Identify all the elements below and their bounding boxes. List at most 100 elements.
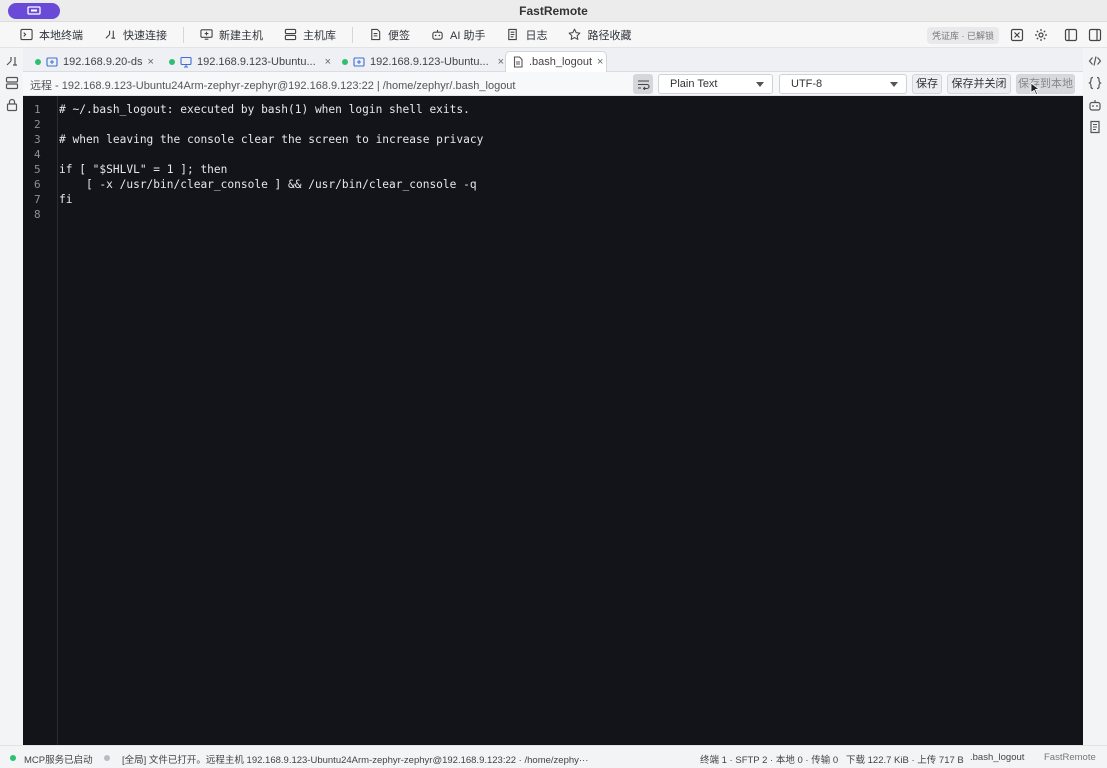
vault-status-badge[interactable]: 凭证库 · 已解锁 bbox=[927, 26, 999, 44]
save-button[interactable]: 保存 bbox=[912, 74, 942, 94]
line-number: 5 bbox=[34, 163, 41, 176]
code-icon[interactable] bbox=[1088, 54, 1102, 68]
quick-connect-icon bbox=[105, 30, 116, 39]
settings-button[interactable] bbox=[1033, 27, 1049, 43]
tab-close-button[interactable]: × bbox=[148, 56, 154, 68]
host-library-button[interactable]: 主机库 bbox=[282, 25, 338, 45]
tab-session-1[interactable]: 192.168.9.20-ds × bbox=[29, 51, 154, 72]
notes-button[interactable]: 便签 bbox=[367, 25, 412, 45]
star-icon bbox=[569, 28, 581, 40]
toggle-left-panel-button[interactable] bbox=[1063, 27, 1079, 43]
tab-close-button[interactable]: × bbox=[597, 56, 603, 68]
close-box-icon bbox=[1010, 28, 1024, 42]
line-number-gutter: 1 2 3 4 5 6 7 8 bbox=[23, 96, 58, 745]
log-icon bbox=[508, 28, 518, 41]
title-bar: FastRemote bbox=[0, 0, 1107, 22]
encoding-select[interactable]: UTF-8 bbox=[779, 74, 907, 94]
tab-close-button[interactable]: × bbox=[325, 56, 331, 68]
quick-connect-icon[interactable] bbox=[5, 54, 19, 68]
message-status-dot bbox=[104, 755, 110, 761]
ai-robot-icon bbox=[432, 29, 443, 40]
editor-path-bar: 远程 - 192.168.9.123-Ubuntu24Arm-zephyr-ze… bbox=[23, 72, 1083, 96]
note-icon bbox=[371, 28, 381, 41]
toolbar-divider bbox=[183, 26, 184, 43]
chevron-down-icon bbox=[756, 82, 764, 87]
tab-session-3[interactable]: 192.168.9.123-Ubuntu... × bbox=[336, 51, 504, 72]
notes-label: 便签 bbox=[388, 29, 410, 42]
session-counts: 终端 1 · SFTP 2 · 本地 0 · 传输 0 bbox=[700, 755, 839, 766]
connected-status-dot bbox=[342, 58, 348, 65]
main-toolbar: 本地终端 快速连接 新建主机 主机库 便签 AI 助手 日志 路径收藏 凭证库 … bbox=[0, 22, 1107, 48]
code-line[interactable]: if [ "$SHLVL" = 1 ]; then bbox=[59, 163, 227, 176]
local-terminal-button[interactable]: 本地终端 bbox=[18, 25, 85, 45]
line-number: 3 bbox=[34, 133, 41, 146]
chevron-down-icon bbox=[890, 82, 898, 87]
path-favorites-button[interactable]: 路径收藏 bbox=[566, 25, 633, 45]
toolbar-right-group: 凭证库 · 已解锁 bbox=[927, 22, 1107, 48]
right-rail bbox=[1083, 48, 1107, 745]
braces-icon[interactable] bbox=[1088, 76, 1102, 90]
line-number: 6 bbox=[34, 178, 41, 191]
sftp-folder-icon bbox=[46, 56, 58, 67]
tab-close-button[interactable]: × bbox=[498, 56, 504, 68]
host-library-icon bbox=[284, 28, 297, 41]
line-number: 4 bbox=[34, 148, 41, 161]
new-host-label: 新建主机 bbox=[219, 29, 263, 42]
word-wrap-icon bbox=[637, 79, 650, 90]
host-library-label: 主机库 bbox=[303, 29, 336, 42]
tab-label: 192.168.9.123-Ubuntu... bbox=[197, 55, 316, 68]
tab-file-bash-logout[interactable]: .bash_logout × bbox=[505, 51, 607, 72]
ai-assistant-button[interactable]: AI 助手 bbox=[429, 25, 487, 45]
terminal-icon bbox=[20, 28, 33, 41]
ai-assistant-label: AI 助手 bbox=[450, 29, 486, 42]
line-number: 8 bbox=[34, 208, 41, 221]
status-bar: MCP服务已启动 [全局] 文件已打开。远程主机 192.168.9.123-U… bbox=[0, 745, 1107, 768]
file-icon bbox=[513, 56, 523, 68]
file-path: 远程 - 192.168.9.123-Ubuntu24Arm-zephyr-ze… bbox=[30, 80, 516, 92]
host-library-icon[interactable] bbox=[5, 76, 19, 90]
left-rail bbox=[0, 48, 23, 745]
local-terminal-label: 本地终端 bbox=[39, 29, 83, 42]
line-number: 1 bbox=[34, 103, 41, 116]
code-line[interactable]: # when leaving the console clear the scr… bbox=[59, 133, 483, 146]
line-number: 7 bbox=[34, 193, 41, 206]
left-panel-icon bbox=[1064, 28, 1078, 42]
status-message: [全局] 文件已打开。远程主机 192.168.9.123-Ubuntu24Ar… bbox=[122, 755, 589, 766]
current-file-name: .bash_logout bbox=[970, 752, 1025, 763]
sftp-folder-icon bbox=[353, 56, 365, 67]
code-editor[interactable]: 1 2 3 4 5 6 7 8 # ~/.bash_logout: execut… bbox=[23, 96, 1083, 745]
connected-status-dot bbox=[169, 58, 175, 65]
mouse-cursor-icon bbox=[1030, 82, 1041, 96]
log-icon[interactable] bbox=[1088, 120, 1102, 134]
word-wrap-toggle[interactable] bbox=[633, 74, 653, 94]
lock-vault-button[interactable] bbox=[1009, 27, 1025, 43]
path-favorites-label: 路径收藏 bbox=[587, 29, 632, 42]
log-button[interactable]: 日志 bbox=[504, 25, 549, 45]
toggle-right-panel-button[interactable] bbox=[1087, 27, 1103, 43]
mcp-status-text: MCP服务已启动 bbox=[24, 755, 93, 766]
encoding-value: UTF-8 bbox=[791, 78, 823, 90]
code-line[interactable]: [ -x /usr/bin/clear_console ] && /usr/bi… bbox=[59, 178, 477, 191]
ai-robot-icon[interactable] bbox=[1088, 98, 1102, 112]
code-line[interactable]: # ~/.bash_logout: executed by bash(1) wh… bbox=[59, 103, 470, 116]
lock-icon[interactable] bbox=[5, 98, 19, 112]
tab-session-2[interactable]: 192.168.9.123-Ubuntu... × bbox=[163, 51, 331, 72]
new-host-icon bbox=[200, 29, 213, 40]
right-panel-icon bbox=[1088, 28, 1102, 42]
code-line[interactable]: fi bbox=[59, 193, 72, 206]
tab-label: 192.168.9.123-Ubuntu... bbox=[370, 55, 489, 68]
log-label: 日志 bbox=[525, 29, 548, 42]
gear-icon bbox=[1035, 29, 1047, 41]
tab-label: 192.168.9.20-ds bbox=[63, 55, 143, 68]
new-host-button[interactable]: 新建主机 bbox=[198, 25, 265, 45]
language-select[interactable]: Plain Text bbox=[658, 74, 773, 94]
save-and-close-button[interactable]: 保存并关闭 bbox=[947, 74, 1011, 94]
tab-label: .bash_logout bbox=[529, 56, 592, 68]
transfer-stats: 下载 122.7 KiB · 上传 717 B bbox=[846, 755, 964, 766]
quick-connect-button[interactable]: 快速连接 bbox=[102, 25, 169, 45]
toolbar-divider bbox=[352, 26, 353, 43]
quick-connect-label: 快速连接 bbox=[123, 29, 167, 42]
save-to-local-button[interactable]: 保存到本地 bbox=[1016, 74, 1075, 94]
line-number: 2 bbox=[34, 118, 41, 131]
session-tab-bar: 192.168.9.20-ds × 192.168.9.123-Ubuntu..… bbox=[23, 48, 1083, 72]
